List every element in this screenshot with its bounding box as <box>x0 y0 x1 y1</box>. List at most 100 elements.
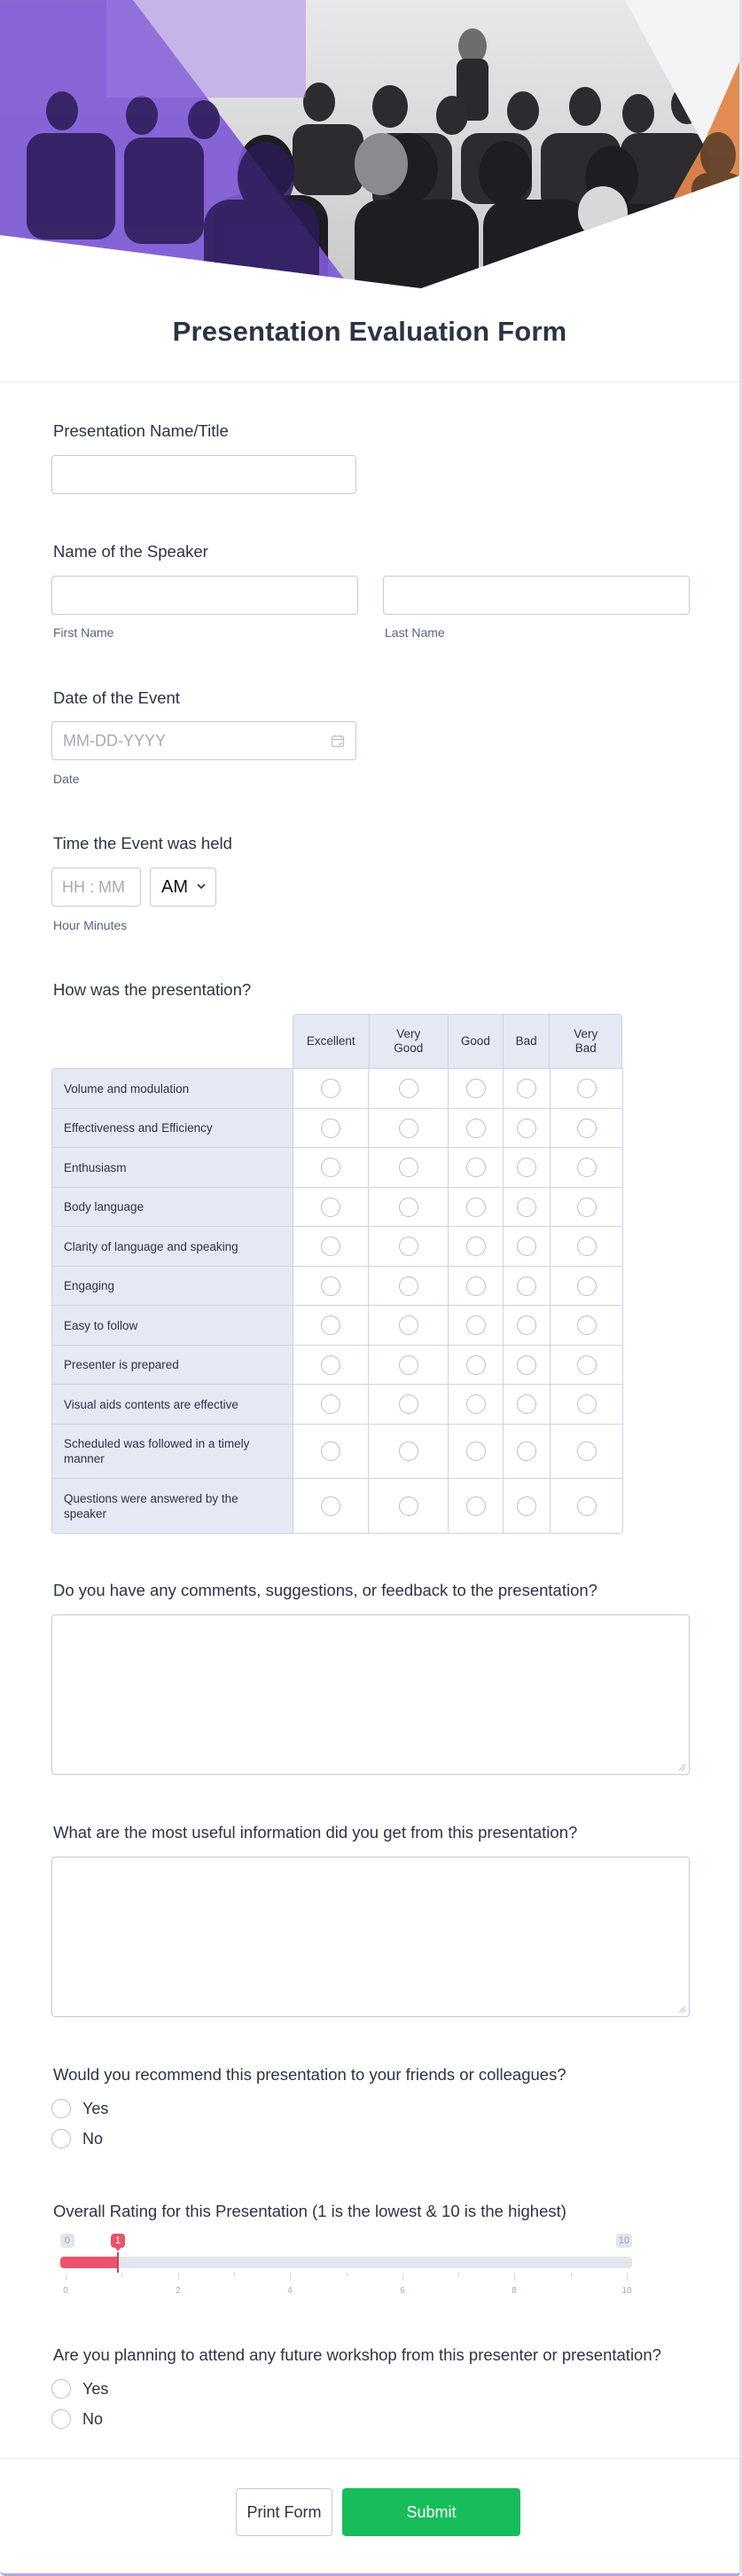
resize-grip-icon[interactable] <box>678 1763 685 1771</box>
matrix-cell[interactable] <box>551 1148 622 1187</box>
matrix-cell[interactable] <box>449 1069 504 1108</box>
matrix-radio[interactable] <box>517 1441 537 1461</box>
matrix-cell[interactable] <box>369 1479 449 1533</box>
matrix-radio[interactable] <box>517 1197 537 1217</box>
matrix-radio[interactable] <box>321 1197 341 1217</box>
resize-grip-icon[interactable] <box>678 2006 685 2013</box>
matrix-radio[interactable] <box>517 1496 537 1516</box>
matrix-radio[interactable] <box>576 1118 597 1138</box>
event-date-input[interactable]: MM-DD-YYYY <box>51 721 356 760</box>
matrix-cell[interactable] <box>449 1227 504 1266</box>
matrix-cell[interactable] <box>504 1109 551 1147</box>
matrix-cell[interactable] <box>293 1267 370 1305</box>
matrix-radio[interactable] <box>398 1276 418 1296</box>
matrix-radio[interactable] <box>398 1197 418 1217</box>
recommend-no-radio[interactable] <box>51 2129 71 2148</box>
matrix-radio[interactable] <box>398 1496 418 1516</box>
matrix-radio[interactable] <box>576 1315 597 1335</box>
matrix-radio[interactable] <box>465 1237 486 1256</box>
matrix-cell[interactable] <box>504 1385 551 1424</box>
matrix-radio[interactable] <box>398 1118 418 1138</box>
matrix-cell[interactable] <box>449 1346 504 1384</box>
matrix-cell[interactable] <box>293 1148 370 1187</box>
matrix-cell[interactable] <box>551 1188 622 1226</box>
matrix-cell[interactable] <box>449 1109 504 1147</box>
matrix-radio[interactable] <box>465 1355 486 1375</box>
matrix-radio[interactable] <box>465 1158 486 1177</box>
matrix-cell[interactable] <box>504 1306 551 1345</box>
matrix-radio[interactable] <box>465 1118 486 1138</box>
matrix-radio[interactable] <box>321 1315 341 1335</box>
matrix-radio[interactable] <box>576 1158 597 1177</box>
submit-button[interactable]: Submit <box>342 2488 520 2536</box>
presentation-name-input[interactable] <box>51 455 356 494</box>
matrix-radio[interactable] <box>321 1276 341 1296</box>
matrix-cell[interactable] <box>551 1109 622 1147</box>
matrix-cell[interactable] <box>369 1188 449 1226</box>
recommend-no-option[interactable]: No <box>51 2129 103 2148</box>
matrix-radio[interactable] <box>517 1237 537 1256</box>
matrix-radio[interactable] <box>321 1496 341 1516</box>
rating-slider[interactable]: 0 1 10 0 2 4 6 8 10 <box>60 2234 632 2296</box>
matrix-radio[interactable] <box>517 1276 537 1296</box>
matrix-cell[interactable] <box>369 1109 449 1147</box>
matrix-cell[interactable] <box>551 1306 622 1345</box>
matrix-radio[interactable] <box>321 1158 341 1177</box>
matrix-cell[interactable] <box>504 1479 551 1533</box>
matrix-cell[interactable] <box>551 1479 622 1533</box>
matrix-cell[interactable] <box>369 1306 449 1345</box>
matrix-radio[interactable] <box>398 1079 418 1098</box>
recommend-yes-radio[interactable] <box>51 2099 71 2118</box>
matrix-radio[interactable] <box>517 1158 537 1177</box>
matrix-radio[interactable] <box>576 1276 597 1296</box>
print-form-button[interactable]: Print Form <box>236 2488 332 2536</box>
matrix-radio[interactable] <box>576 1394 597 1414</box>
matrix-radio[interactable] <box>398 1315 418 1335</box>
last-name-input[interactable] <box>383 576 690 615</box>
workshop-no-option[interactable]: No <box>51 2409 103 2429</box>
matrix-radio[interactable] <box>321 1237 341 1256</box>
matrix-cell[interactable] <box>551 1227 622 1266</box>
matrix-radio[interactable] <box>398 1394 418 1414</box>
matrix-cell[interactable] <box>369 1227 449 1266</box>
matrix-cell[interactable] <box>293 1109 370 1147</box>
matrix-radio[interactable] <box>517 1355 537 1375</box>
matrix-cell[interactable] <box>293 1479 370 1533</box>
matrix-cell[interactable] <box>504 1267 551 1305</box>
matrix-radio[interactable] <box>576 1441 597 1461</box>
matrix-cell[interactable] <box>369 1069 449 1108</box>
slider-handle[interactable] <box>117 2252 119 2273</box>
matrix-radio[interactable] <box>465 1315 486 1335</box>
matrix-cell[interactable] <box>504 1148 551 1187</box>
matrix-radio[interactable] <box>465 1276 486 1296</box>
calendar-icon[interactable] <box>331 734 345 748</box>
matrix-radio[interactable] <box>321 1441 341 1461</box>
matrix-cell[interactable] <box>369 1148 449 1187</box>
matrix-radio[interactable] <box>321 1355 341 1375</box>
matrix-cell[interactable] <box>504 1227 551 1266</box>
matrix-cell[interactable] <box>551 1267 622 1305</box>
matrix-radio[interactable] <box>465 1079 486 1098</box>
matrix-radio[interactable] <box>398 1441 418 1461</box>
matrix-cell[interactable] <box>504 1346 551 1384</box>
matrix-cell[interactable] <box>449 1385 504 1424</box>
matrix-radio[interactable] <box>517 1394 537 1414</box>
matrix-cell[interactable] <box>449 1425 504 1478</box>
workshop-yes-option[interactable]: Yes <box>51 2379 108 2399</box>
matrix-radio[interactable] <box>465 1496 486 1516</box>
matrix-radio[interactable] <box>398 1158 418 1177</box>
matrix-radio[interactable] <box>517 1315 537 1335</box>
ampm-select[interactable]: AM <box>150 868 216 907</box>
matrix-cell[interactable] <box>551 1346 622 1384</box>
matrix-radio[interactable] <box>576 1496 597 1516</box>
matrix-radio[interactable] <box>576 1355 597 1375</box>
matrix-cell[interactable] <box>293 1188 370 1226</box>
first-name-input[interactable] <box>51 576 358 615</box>
matrix-cell[interactable] <box>449 1188 504 1226</box>
matrix-cell[interactable] <box>504 1188 551 1226</box>
slider-track[interactable] <box>60 2257 632 2268</box>
matrix-radio[interactable] <box>465 1197 486 1217</box>
matrix-radio[interactable] <box>321 1079 341 1098</box>
matrix-radio[interactable] <box>576 1237 597 1256</box>
matrix-radio[interactable] <box>465 1441 486 1461</box>
